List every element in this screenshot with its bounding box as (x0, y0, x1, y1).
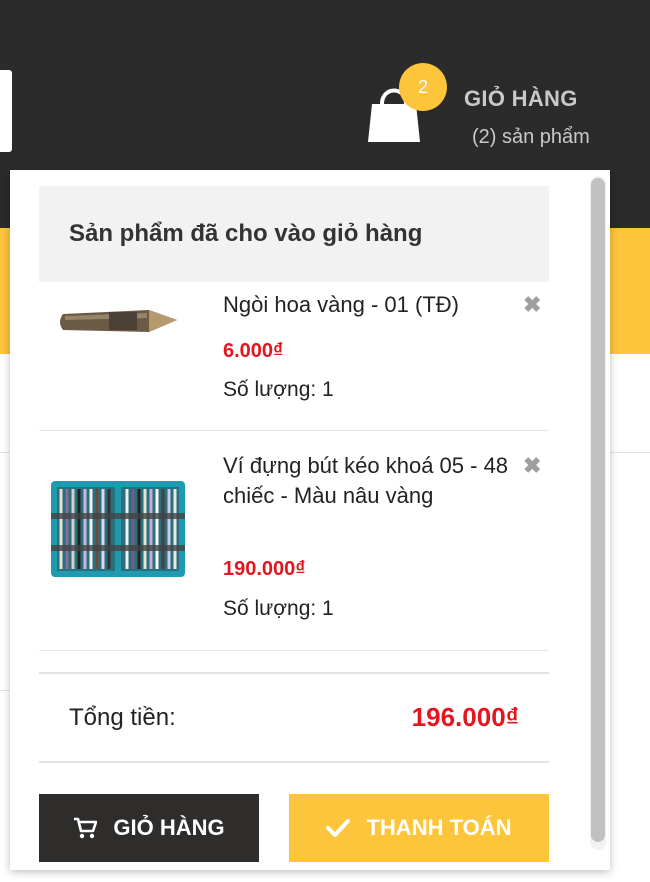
remove-item-icon[interactable]: ✖ (523, 453, 541, 479)
scrollbar[interactable] (590, 176, 606, 850)
cart-count-badge: 2 (399, 63, 447, 111)
checkout-label: THANH TOÁN (366, 815, 512, 840)
search-input[interactable] (0, 70, 12, 152)
product-quantity: Số lượng: 1 (223, 597, 334, 620)
total-label: Tổng tiền: (69, 704, 176, 731)
cart-title[interactable]: GIỎ HÀNG (464, 86, 578, 112)
cart-item-count: (2) sản phẩm (472, 126, 590, 148)
cart-total: Tổng tiền: 196.000₫ (39, 672, 549, 763)
cart-dropdown: Sản phẩm đã cho vào giỏ hàng Ngòi hoa và… (10, 170, 610, 870)
cart-item: Ngòi hoa vàng - 01 (TĐ) 6.000₫ Số lượng:… (39, 282, 549, 431)
dropdown-title: Sản phẩm đã cho vào giỏ hàng (39, 186, 549, 282)
cart-icon (73, 817, 98, 839)
cart-item: Ví đựng bút kéo khoá 05 - 48 chiếc - Màu… (39, 431, 549, 651)
scrollbar-thumb[interactable] (591, 178, 605, 842)
product-quantity: Số lượng: 1 (223, 378, 334, 401)
product-name[interactable]: Ví đựng bút kéo khoá 05 - 48 chiếc - Màu… (223, 451, 513, 511)
view-cart-button[interactable]: GIỎ HÀNG (39, 794, 259, 862)
product-thumbnail[interactable] (49, 302, 189, 342)
check-icon (326, 818, 351, 838)
view-cart-label: GIỎ HÀNG (113, 815, 225, 840)
product-name[interactable]: Ngòi hoa vàng - 01 (TĐ) (223, 290, 513, 320)
product-price: 190.000₫ (223, 558, 306, 580)
total-value: 196.000₫ (411, 702, 519, 732)
product-price: 6.000₫ (223, 340, 284, 362)
product-thumbnail[interactable] (49, 475, 187, 581)
remove-item-icon[interactable]: ✖ (523, 292, 541, 318)
checkout-button[interactable]: THANH TOÁN (289, 794, 549, 862)
